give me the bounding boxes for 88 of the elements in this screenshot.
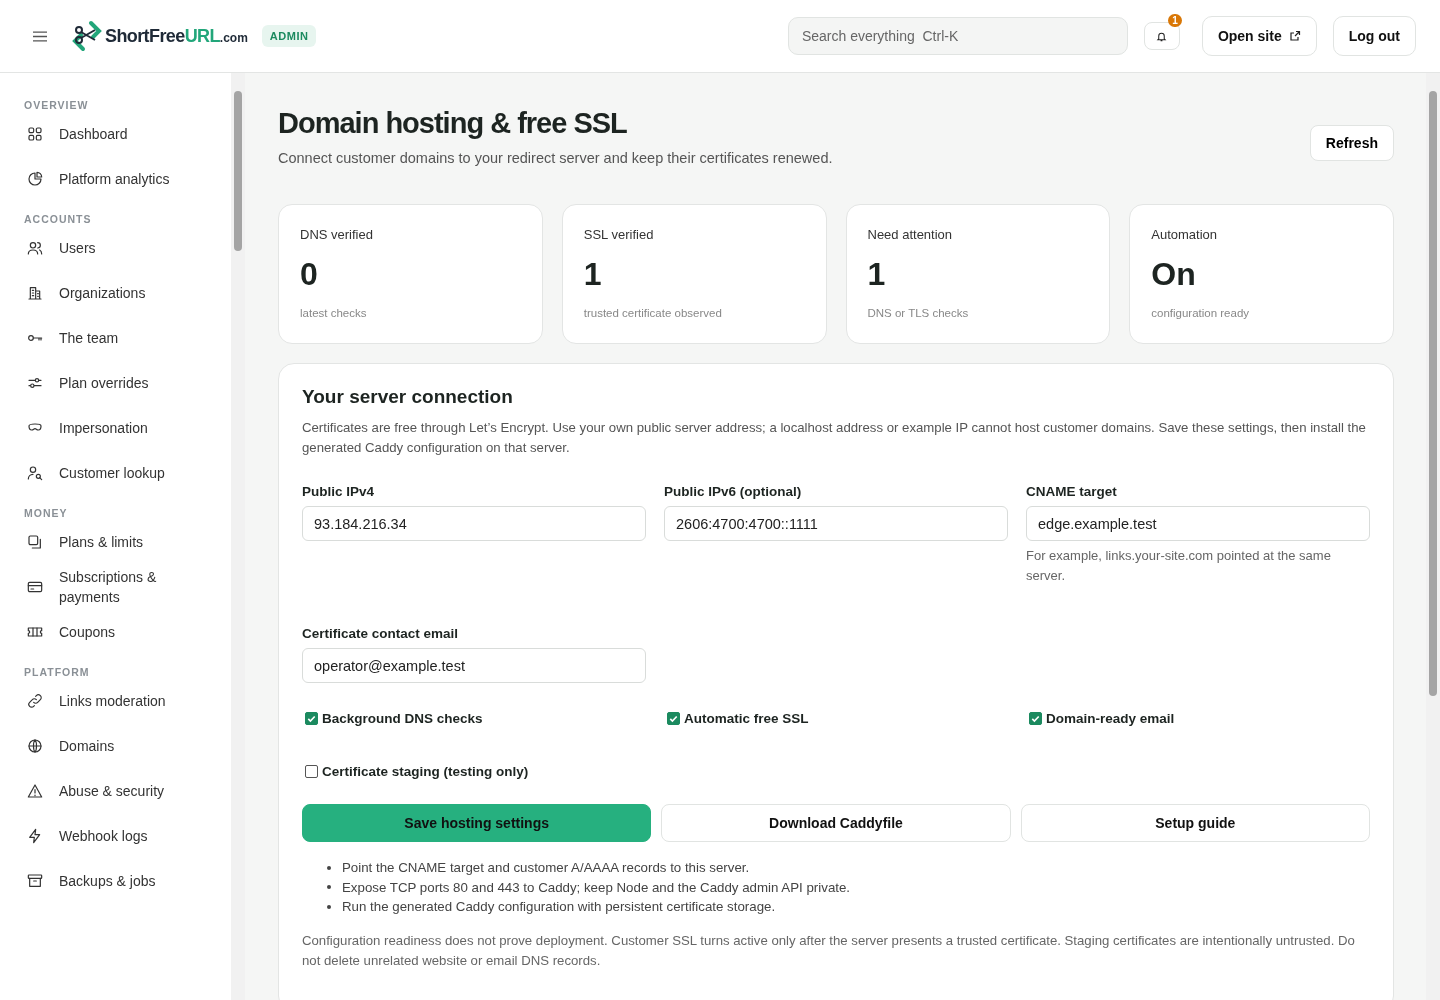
section-heading: PLATFORM xyxy=(24,666,91,678)
field-label: CNAME target xyxy=(1026,484,1118,499)
search-field[interactable]: Search everything Ctrl-K xyxy=(787,17,1128,55)
step-text: Point the CNAME target and customer A/AAAA records to this server. xyxy=(342,859,750,877)
lightning-icon xyxy=(27,827,43,844)
bullet-icon xyxy=(327,865,331,870)
input-field[interactable]: edge.example.test xyxy=(1026,506,1370,541)
input-field[interactable]: 2606:4700:4700::1111 xyxy=(664,506,1008,541)
sidebar-item[interactable]: Subscriptions & payments xyxy=(24,564,231,609)
open-site-button[interactable]: Open site xyxy=(1201,16,1317,56)
refresh-button[interactable]: Refresh xyxy=(1309,125,1394,161)
scrollbar[interactable] xyxy=(1426,73,1440,1000)
logo-icon xyxy=(71,20,103,52)
logo-wordmark: ShortFreeURL.com xyxy=(105,25,248,47)
stat-value: 0 xyxy=(300,256,319,293)
sidebar-item[interactable]: Domains xyxy=(24,723,231,768)
admin-badge: ADMIN xyxy=(261,25,317,47)
bullet-icon xyxy=(327,885,331,890)
stat-value: On xyxy=(1151,256,1197,293)
stat-note: configuration ready xyxy=(1151,307,1251,319)
archive-icon xyxy=(27,872,43,889)
section-heading: ACCOUNTS xyxy=(24,213,93,225)
sidebar-item[interactable]: Users xyxy=(24,225,231,270)
scrollbar[interactable] xyxy=(231,73,245,1000)
checkbox[interactable] xyxy=(667,712,680,725)
sidebar-item[interactable]: Abuse & security xyxy=(24,768,231,813)
step-text: Expose TCP ports 80 and 443 to Caddy; keep Node and the Caddy admin API private. xyxy=(342,878,851,897)
input-field[interactable]: operator@example.test xyxy=(302,648,646,683)
external-link-icon xyxy=(1288,30,1301,42)
action-button[interactable]: Setup guide xyxy=(1020,804,1370,842)
footnote: Configuration readiness does not prove deployment. Customer SSL turns active only after the server presents a trusted certificate. Staging certificates are intentionally untrusted. Do not delete unrelated website or email DNS records. xyxy=(302,931,1356,970)
checkbox[interactable] xyxy=(305,712,318,725)
field-hint: For example, links.your-site.com pointed at the same server. xyxy=(1026,547,1332,585)
pie-chart-icon xyxy=(27,170,43,187)
grid-icon xyxy=(27,125,43,142)
checkbox[interactable] xyxy=(305,765,318,778)
sidebar-item[interactable]: Organizations xyxy=(24,270,231,315)
sidebar-item[interactable]: Backups & jobs xyxy=(24,858,231,903)
sidebar-item[interactable]: The team xyxy=(24,315,231,360)
action-button[interactable]: Download Caddyfile xyxy=(661,804,1011,842)
input-field[interactable]: 93.184.216.34 xyxy=(302,506,646,541)
sidebar-item[interactable]: Webhook logs xyxy=(24,813,231,858)
checkbox-label: Domain-ready email xyxy=(1046,711,1175,726)
stat-note: latest checks xyxy=(300,307,368,319)
page-subtitle: Connect customer domains to your redirect server and keep their certificates renewed. xyxy=(278,150,833,166)
sidebar-item[interactable]: Coupons xyxy=(24,609,231,654)
warning-icon xyxy=(27,782,43,799)
sidebar-item[interactable]: Links moderation xyxy=(24,678,231,723)
checkbox-label: Background DNS checks xyxy=(322,711,483,726)
checkbox-label: Certificate staging (testing only) xyxy=(322,764,529,779)
users-icon xyxy=(27,239,43,256)
layers-icon xyxy=(27,533,43,550)
bell-icon xyxy=(1156,30,1168,42)
section-heading: OVERVIEW xyxy=(24,99,90,111)
sidebar-item[interactable]: Plan overrides xyxy=(24,360,231,405)
stat-value: 1 xyxy=(583,256,603,293)
sidebar-item[interactable]: Plans & limits xyxy=(24,519,231,564)
section-heading: MONEY xyxy=(24,507,69,519)
stat-label: Need attention xyxy=(867,227,954,242)
notifications-button[interactable] xyxy=(1143,22,1180,50)
sidebar-item[interactable]: Impersonation xyxy=(24,405,231,450)
building-icon xyxy=(27,284,43,301)
checkbox-label: Automatic free SSL xyxy=(684,711,809,726)
sidebar-item[interactable]: Customer lookup xyxy=(24,450,231,495)
stat-value: 1 xyxy=(867,256,887,293)
link-icon xyxy=(27,692,43,709)
step-text: Run the generated Caddy configuration with persistent certificate storage. xyxy=(342,898,776,916)
checkbox[interactable] xyxy=(1029,712,1042,725)
sidebar-item[interactable]: Dashboard xyxy=(24,111,231,156)
save-button[interactable]: Save hosting settings xyxy=(302,804,652,842)
bullet-icon xyxy=(327,904,331,909)
panel-title: Your server connection xyxy=(302,386,514,408)
page-title: Domain hosting & free SSL xyxy=(278,107,628,140)
stat-label: Automation xyxy=(1151,227,1218,242)
logout-button[interactable]: Log out xyxy=(1332,16,1416,56)
stat-label: SSL verified xyxy=(583,227,655,242)
field-label: Certificate contact email xyxy=(302,626,460,641)
stat-note: trusted certificate observed xyxy=(583,307,723,319)
user-search-icon xyxy=(27,464,43,481)
field-label: Public IPv4 xyxy=(302,484,376,499)
stat-note: DNS or TLS checks xyxy=(867,307,970,319)
notification-count: 1 xyxy=(1168,14,1182,27)
globe-icon xyxy=(27,737,43,754)
sidebar-item[interactable]: Platform analytics xyxy=(24,156,231,201)
field-label: Public IPv6 (optional) xyxy=(664,484,803,499)
stat-label: DNS verified xyxy=(300,227,374,242)
panel-description: Certificates are free through Let’s Encrypt. Use your own public server address; a localhost address or example IP cannot host customer domains. Save these settings, then install the generated Caddy configuration on that server. xyxy=(302,419,1367,457)
menu-icon[interactable] xyxy=(33,30,47,42)
